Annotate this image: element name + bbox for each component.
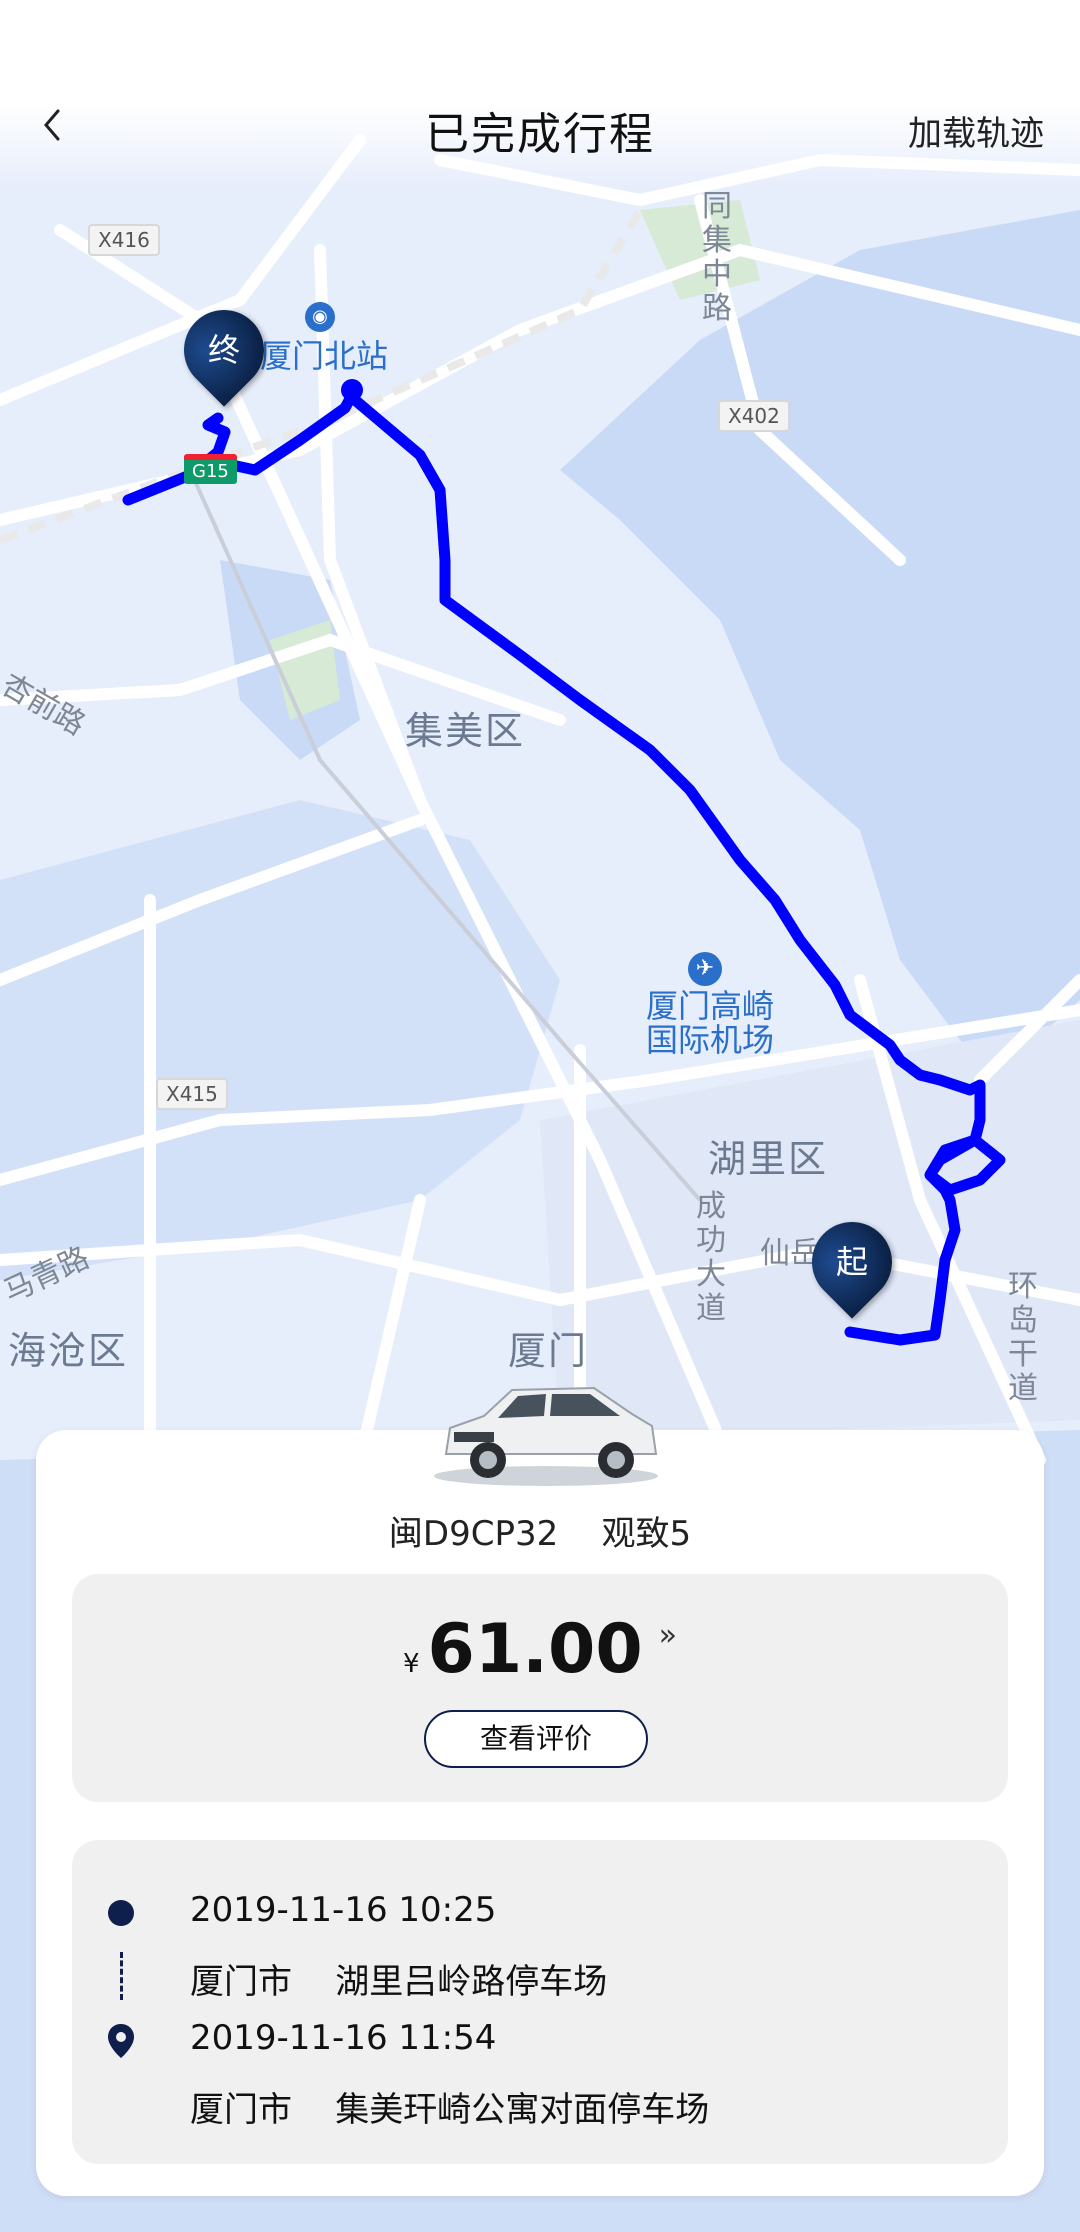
currency-symbol: ¥ — [403, 1649, 420, 1679]
road-label-huandao: 环岛干道 — [1008, 1269, 1038, 1406]
road-label-chenggong: 成功大道 — [696, 1189, 726, 1326]
road-label-tongji: 同集中路 — [702, 189, 732, 326]
start-marker-pin[interactable]: 起 — [795, 1205, 909, 1319]
city-label-xiamen: 厦门 — [508, 1329, 589, 1373]
view-review-button[interactable]: 查看评价 — [424, 1710, 648, 1768]
poi-station-label: 厦门北站 — [260, 337, 389, 375]
road-shield-x415: X415 — [156, 1078, 228, 1110]
car-image — [434, 1386, 658, 1486]
trip-summary-card: 闽D9CP32 观致5 ¥61.00 » 查看评价 2019-11-16 10:2… — [36, 1386, 1044, 2196]
fare-panel[interactable]: ¥61.00 » 查看评价 — [72, 1574, 1008, 1802]
poi-airport-label-2: 国际机场 — [646, 1021, 775, 1059]
start-marker-label: 起 — [835, 1243, 868, 1281]
district-label-haicang: 海沧区 — [8, 1329, 129, 1373]
district-label-jimei: 集美区 — [405, 709, 526, 753]
airport-icon: ✈ — [688, 952, 722, 986]
vehicle-plate-model: 闽D9CP32 观致5 — [388, 1514, 692, 1554]
poi-airport-label-1: 厦门高崎 — [646, 987, 775, 1025]
route-dashed-line — [120, 1952, 123, 2000]
end-marker-pin[interactable]: 终 — [167, 293, 281, 407]
top-app-bar: 已完成行程 加载轨迹 — [0, 0, 1080, 190]
road-shield-x402: X402 — [718, 400, 790, 432]
train-station-icon: ◉ — [305, 302, 335, 332]
end-time: 2019-11-16 11:54 — [190, 2018, 497, 2058]
district-label-huli: 湖里区 — [708, 1137, 829, 1181]
fare-amount: 61.00 — [427, 1610, 643, 1689]
load-track-button[interactable]: 加载轨迹 — [908, 106, 1044, 155]
end-marker-label: 终 — [207, 331, 240, 369]
start-dot-icon — [108, 1900, 134, 1926]
road-shield-g15: G15 — [184, 454, 237, 484]
start-time: 2019-11-16 10:25 — [190, 1890, 497, 1930]
road-shield-x416: X416 — [88, 224, 160, 256]
start-address: 厦门市 湖里吕岭路停车场 — [190, 1962, 608, 2002]
double-chevron-right-icon[interactable]: » — [659, 1618, 677, 1653]
location-pin-icon — [108, 2024, 134, 2058]
end-address: 厦门市 集美玕崎公寓对面停车场 — [190, 2090, 710, 2130]
trip-details-panel: 2019-11-16 10:25 厦门市 湖里吕岭路停车场 2019-11-16… — [72, 1840, 1008, 2164]
fare-row: ¥61.00 » — [72, 1610, 1008, 1689]
